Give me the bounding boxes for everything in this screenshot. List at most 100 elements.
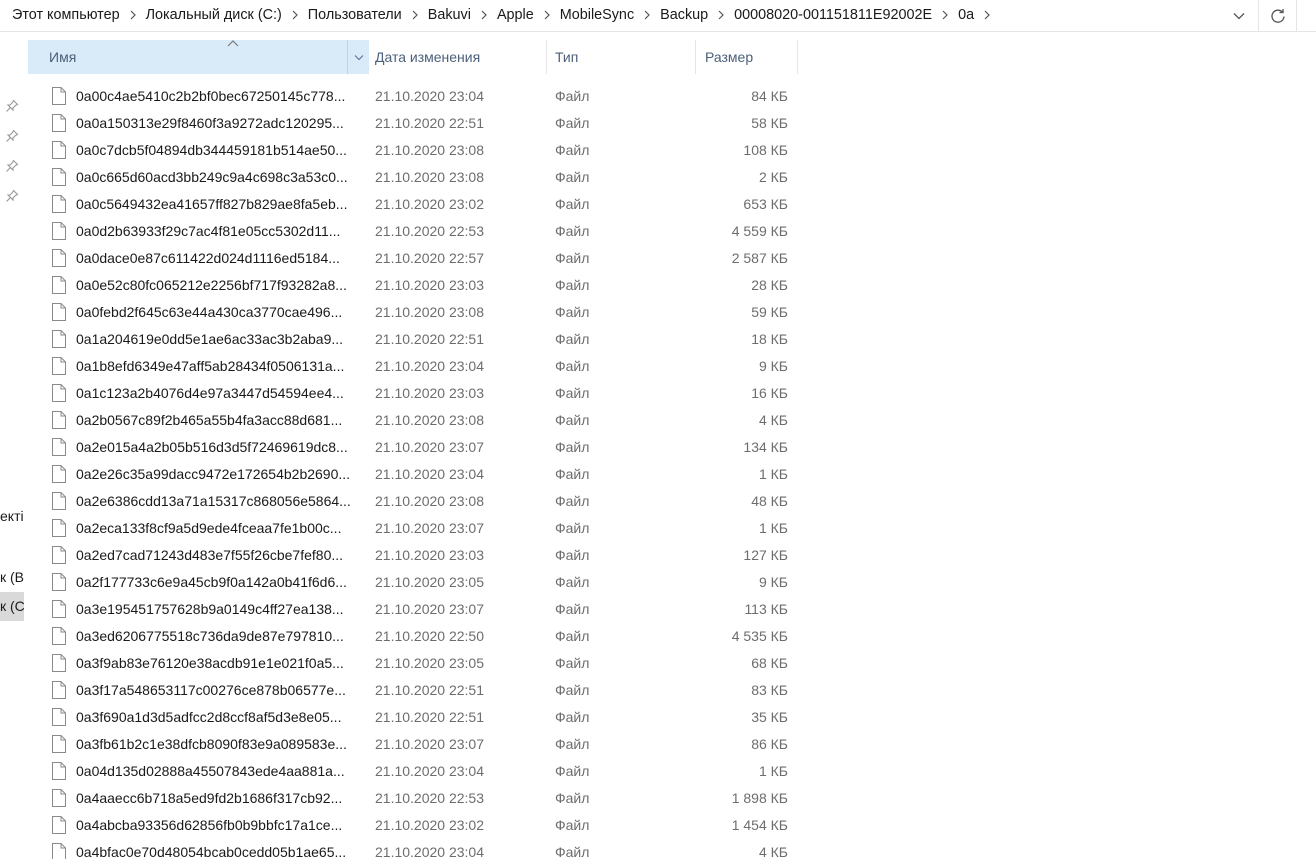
file-icon bbox=[52, 383, 66, 402]
column-filter-dropdown[interactable] bbox=[348, 40, 369, 74]
breadcrumb-item[interactable]: 0a bbox=[956, 7, 976, 23]
breadcrumb-separator[interactable] bbox=[934, 10, 956, 20]
file-icon bbox=[52, 167, 66, 186]
file-icon bbox=[52, 86, 66, 105]
column-header-name[interactable]: Имя bbox=[28, 40, 369, 74]
file-row[interactable]: 0a2ed7cad71243d483e7f55f26cbe7fef80... 21… bbox=[28, 541, 1316, 568]
refresh-button[interactable] bbox=[1258, 0, 1296, 31]
file-row[interactable]: 0a2e015a4a2b05b516d3d5f72469619dc8... 21.… bbox=[28, 433, 1316, 460]
breadcrumb-separator[interactable] bbox=[404, 10, 426, 20]
file-size: 86 КБ bbox=[751, 735, 788, 752]
file-row[interactable]: 0a2f177733c6e9a45cb9f0a142a0b41f6d6... 21… bbox=[28, 568, 1316, 595]
column-header-type[interactable]: Тип bbox=[548, 40, 696, 74]
file-row[interactable]: 0a3fb61b2c1e38dfcb8090f83e9a089583e... 21… bbox=[28, 730, 1316, 757]
file-name: 0a0c7dcb5f04894db344459181b514ae50... bbox=[76, 141, 347, 158]
file-name: 0a2eca133f8cf9a5d9ede4fceaa7fe1b00c... bbox=[76, 519, 342, 536]
column-header-size[interactable]: Размер bbox=[697, 40, 798, 74]
file-name: 0a0dace0e87c611422d024d1116ed5184... bbox=[76, 249, 340, 266]
breadcrumb-item[interactable]: MobileSync bbox=[558, 7, 636, 23]
file-date: 21.10.2020 22:51 bbox=[375, 708, 484, 725]
file-size: 653 КБ bbox=[743, 195, 788, 212]
history-dropdown-button[interactable] bbox=[1222, 0, 1256, 31]
file-size: 35 КБ bbox=[751, 708, 788, 725]
file-icon-cell bbox=[50, 244, 68, 271]
file-row[interactable]: 0a0d2b63933f29c7ac4f81e05cc5302d11... 21.… bbox=[28, 217, 1316, 244]
breadcrumb-separator[interactable] bbox=[284, 10, 306, 20]
breadcrumb-separator[interactable] bbox=[636, 10, 658, 20]
file-list[interactable]: 0a00c4ae5410c2b2bf0bec67250145c778... 21.… bbox=[28, 82, 1316, 859]
file-icon bbox=[52, 680, 66, 699]
nav-item[interactable]: к (В bbox=[0, 569, 24, 585]
file-date: 21.10.2020 22:51 bbox=[375, 114, 484, 131]
file-icon-cell bbox=[50, 514, 68, 541]
breadcrumb-item[interactable]: 00008020-001151811E92002E bbox=[732, 7, 934, 23]
pin-icon[interactable] bbox=[5, 129, 19, 143]
file-row[interactable]: 0a2eca133f8cf9a5d9ede4fceaa7fe1b00c... 21… bbox=[28, 514, 1316, 541]
file-row[interactable]: 0a2e26c35a99dacc9472e172654b2b2690... 21.… bbox=[28, 460, 1316, 487]
file-name: 0a2f177733c6e9a45cb9f0a142a0b41f6d6... bbox=[76, 573, 347, 590]
pin-icon[interactable] bbox=[5, 189, 19, 203]
file-type: Файл bbox=[555, 357, 590, 374]
navigation-pane[interactable]: екті к (В к (С bbox=[0, 32, 28, 859]
file-row[interactable]: 0a3ed6206775518c736da9de87e797810... 21.1… bbox=[28, 622, 1316, 649]
file-row[interactable]: 0a0dace0e87c611422d024d1116ed5184... 21.1… bbox=[28, 244, 1316, 271]
file-row[interactable]: 0a0c7dcb5f04894db344459181b514ae50... 21.… bbox=[28, 136, 1316, 163]
file-date: 21.10.2020 23:07 bbox=[375, 600, 484, 617]
column-header-date[interactable]: Дата изменения bbox=[369, 40, 547, 74]
file-row[interactable]: 0a4bfac0e70d48054bcab0cedd05b1ae65... 21.… bbox=[28, 838, 1316, 859]
file-icon-cell bbox=[50, 433, 68, 460]
file-type: Файл bbox=[555, 249, 590, 266]
breadcrumb-separator[interactable] bbox=[710, 10, 732, 20]
file-name: 0a04d135d02888a45507843ede4aa881a... bbox=[76, 762, 345, 779]
file-row[interactable]: 0a4abcba93356d62856fb0b9bbfc17a1ce... 21.… bbox=[28, 811, 1316, 838]
file-icon bbox=[52, 356, 66, 375]
breadcrumb-item[interactable]: Backup bbox=[658, 7, 710, 23]
file-icon-cell bbox=[50, 379, 68, 406]
file-row[interactable]: 0a3e195451757628b9a0149c4ff27ea138... 21.… bbox=[28, 595, 1316, 622]
file-icon-cell bbox=[50, 784, 68, 811]
file-row[interactable]: 0a0a150313e29f8460f3a9272adc120295... 21.… bbox=[28, 109, 1316, 136]
file-row[interactable]: 0a1a204619e0dd5e1ae6ac33ac3b2aba9... 21.1… bbox=[28, 325, 1316, 352]
column-headers: Имя Дата изменения Тип Размер bbox=[0, 40, 1316, 74]
pin-icon[interactable] bbox=[5, 159, 19, 173]
file-name: 0a2ed7cad71243d483e7f55f26cbe7fef80... bbox=[76, 546, 344, 563]
breadcrumb-separator[interactable] bbox=[473, 10, 495, 20]
file-row[interactable]: 0a2e6386cdd13a71a15317c868056e5864... 21.… bbox=[28, 487, 1316, 514]
file-icon bbox=[52, 410, 66, 429]
file-row[interactable]: 0a0e52c80fc065212e2256bf717f93282a8... 21… bbox=[28, 271, 1316, 298]
file-row[interactable]: 0a2b0567c89f2b465a55b4fa3acc88d681... 21.… bbox=[28, 406, 1316, 433]
file-row[interactable]: 0a3f17a548653117c00276ce878b06577e... 21.… bbox=[28, 676, 1316, 703]
nav-item[interactable]: екті bbox=[0, 508, 24, 524]
file-row[interactable]: 0a0febd2f645c63e44a430ca3770cae496... 21.… bbox=[28, 298, 1316, 325]
file-type: Файл bbox=[555, 816, 590, 833]
breadcrumb-item[interactable]: Локальный диск (C:) bbox=[144, 7, 284, 23]
file-icon bbox=[52, 545, 66, 564]
breadcrumb-item[interactable]: Этот компьютер bbox=[10, 7, 122, 23]
pin-icon[interactable] bbox=[5, 99, 19, 113]
breadcrumb-separator[interactable] bbox=[976, 10, 998, 20]
file-size: 84 КБ bbox=[751, 87, 788, 104]
file-row[interactable]: 0a3f9ab83e76120e38acdb91e1e021f0a5... 21.… bbox=[28, 649, 1316, 676]
file-row[interactable]: 0a0c5649432ea41657ff827b829ae8fa5eb... 21… bbox=[28, 190, 1316, 217]
file-row[interactable]: 0a3f690a1d3d5adfcc2d8ccf8af5d3e8e05... 21… bbox=[28, 703, 1316, 730]
nav-item-selected[interactable]: к (С bbox=[0, 598, 25, 614]
file-row[interactable]: 0a1b8efd6349e47aff5ab28434f0506131a... 21… bbox=[28, 352, 1316, 379]
file-row[interactable]: 0a4aaecc6b718a5ed9fd2b1686f317cb92... 21.… bbox=[28, 784, 1316, 811]
file-type: Файл bbox=[555, 546, 590, 563]
file-row[interactable]: 0a1c123a2b4076d4e97a3447d54594ee4... 21.1… bbox=[28, 379, 1316, 406]
file-icon bbox=[52, 788, 66, 807]
file-type: Файл bbox=[555, 276, 590, 293]
file-row[interactable]: 0a00c4ae5410c2b2bf0bec67250145c778... 21.… bbox=[28, 82, 1316, 109]
breadcrumb-item[interactable]: Apple bbox=[495, 7, 536, 23]
chevron-down-icon bbox=[1233, 12, 1245, 19]
file-icon bbox=[52, 599, 66, 618]
breadcrumb-separator[interactable] bbox=[122, 10, 144, 20]
file-size: 18 КБ bbox=[751, 330, 788, 347]
breadcrumb-item[interactable]: Пользователи bbox=[306, 7, 404, 23]
address-bar[interactable]: Этот компьютер Локальный диск (C:) Пользов… bbox=[0, 0, 1316, 32]
file-row[interactable]: 0a04d135d02888a45507843ede4aa881a... 21.1… bbox=[28, 757, 1316, 784]
file-date: 21.10.2020 23:05 bbox=[375, 573, 484, 590]
breadcrumb-item[interactable]: Bakuvi bbox=[426, 7, 473, 23]
breadcrumb-separator[interactable] bbox=[536, 10, 558, 20]
file-row[interactable]: 0a0c665d60acd3bb249c9a4c698c3a53c0... 21.… bbox=[28, 163, 1316, 190]
